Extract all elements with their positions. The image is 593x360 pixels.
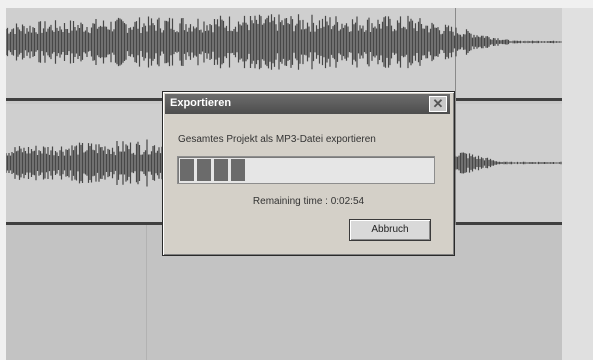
abort-button[interactable]: Abbruch: [349, 219, 431, 241]
export-progress-bar: [177, 156, 435, 184]
close-icon[interactable]: ✕: [429, 96, 447, 112]
export-dialog: Exportieren ✕ Gesamtes Projekt als MP3-D…: [162, 91, 455, 256]
export-message: Gesamtes Projekt als MP3-Datei exportier…: [178, 134, 376, 145]
dialog-title: Exportieren: [170, 97, 232, 109]
dialog-titlebar[interactable]: Exportieren ✕: [165, 94, 450, 114]
screen: Exportieren ✕ Gesamtes Projekt als MP3-D…: [0, 0, 593, 360]
grid-line: [146, 225, 147, 360]
remaining-time: Remaining time : 0:02:54: [252, 196, 365, 207]
progress-fill: [180, 159, 248, 181]
waveform-track-1: [6, 14, 562, 70]
